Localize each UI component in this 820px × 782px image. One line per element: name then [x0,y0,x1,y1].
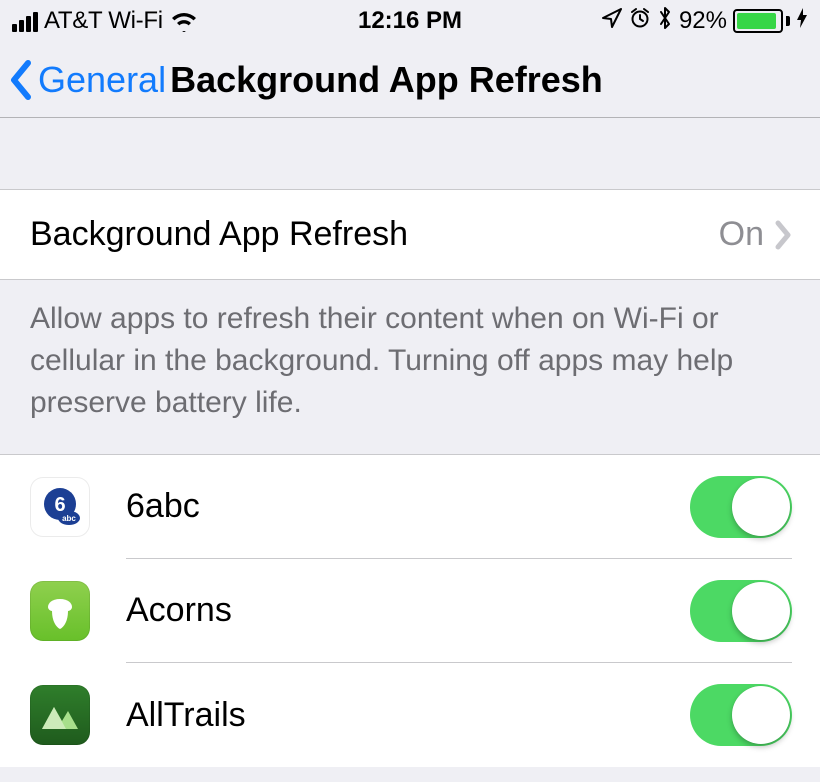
alarm-icon [629,7,651,36]
battery-percent: 92% [679,7,727,35]
toggle-6abc[interactable] [690,476,792,538]
wifi-icon [169,10,199,32]
app-icon-6abc: 6 abc [30,477,90,537]
background-app-refresh-master-row[interactable]: Background App Refresh On [0,190,820,280]
svg-text:abc: abc [62,514,76,523]
app-name-label: 6abc [126,487,690,526]
charging-icon [796,7,808,36]
app-icon-acorns [30,581,90,641]
row-value: On [719,215,764,254]
status-right: 92% [601,6,808,37]
cellular-signal-icon [12,10,38,32]
back-label: General [38,59,166,101]
toggle-knob [732,582,790,640]
toggle-alltrails[interactable] [690,684,792,746]
section-spacer [0,118,820,190]
battery-fill [737,13,776,29]
section-footer: Allow apps to refresh their content when… [0,280,820,455]
nav-bar: General Background App Refresh [0,42,820,118]
chevron-right-icon [774,220,792,250]
app-name-label: Acorns [126,591,690,630]
app-row-6abc: 6 abc 6abc [0,455,820,559]
battery-icon [733,9,790,33]
toggle-acorns[interactable] [690,580,792,642]
page-title: Background App Refresh [170,59,603,101]
bluetooth-icon [657,6,673,37]
back-button[interactable]: General [8,59,166,101]
row-label: Background App Refresh [30,215,719,254]
toggle-knob [732,686,790,744]
app-row-alltrails: AllTrails [0,663,820,767]
app-row-acorns: Acorns [0,559,820,663]
status-bar: AT&T Wi-Fi 12:16 PM 92% [0,0,820,42]
app-name-label: AllTrails [126,696,690,735]
app-icon-alltrails [30,685,90,745]
carrier-label: AT&T Wi-Fi [44,7,163,35]
location-icon [601,7,623,36]
status-left: AT&T Wi-Fi [12,7,199,35]
status-time: 12:16 PM [358,7,462,35]
chevron-left-icon [8,59,36,101]
toggle-knob [732,478,790,536]
app-list: 6 abc 6abc Acorns [0,455,820,767]
